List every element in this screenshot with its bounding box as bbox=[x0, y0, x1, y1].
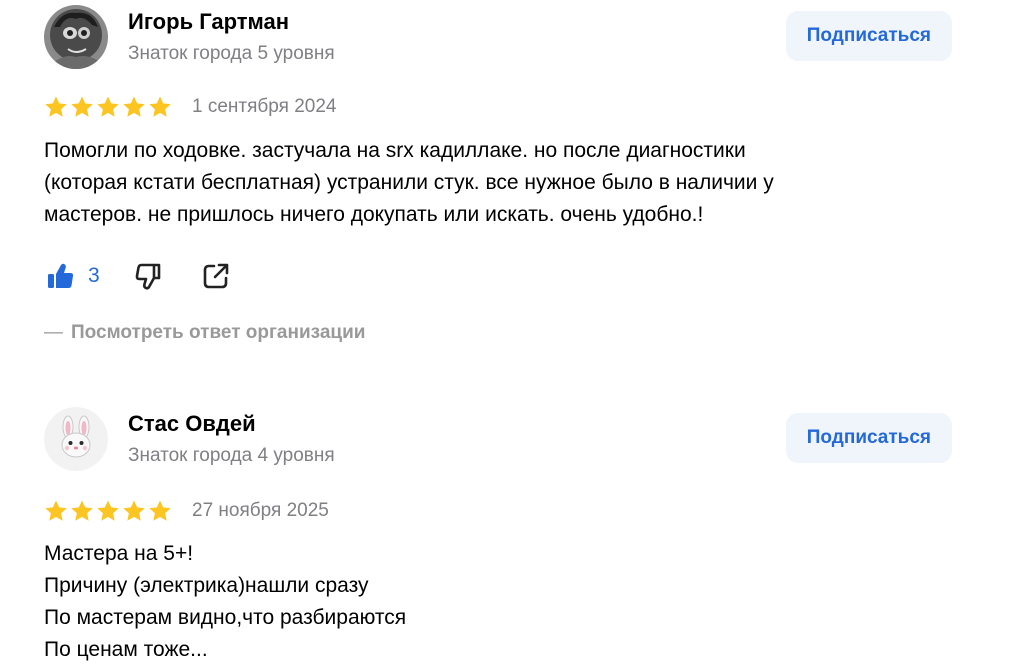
star-icon bbox=[45, 96, 67, 117]
subscribe-button[interactable]: Подписаться bbox=[785, 413, 952, 463]
review-card: Стас Овдей Знаток города 4 уровня Подпис… bbox=[44, 406, 952, 661]
review-text-line: (которая кстати бесплатная) устранили ст… bbox=[44, 171, 774, 194]
view-org-reply-link[interactable]: — Посмотреть ответ организации bbox=[44, 322, 365, 344]
review-text-line: Причину (электрика)нашли сразу bbox=[44, 574, 369, 597]
like-button[interactable]: 3 bbox=[44, 260, 100, 292]
share-icon bbox=[203, 263, 228, 289]
review-text-line: По мастерам видно,что разбираются bbox=[44, 606, 407, 629]
review-text: Мастера на 5+! Причину (электрика)нашли … bbox=[44, 538, 954, 666]
review-text-line: мастеров. не пришлось ничего докупать ил… bbox=[44, 203, 704, 226]
thumbs-up-icon bbox=[48, 263, 74, 288]
star-rating bbox=[44, 499, 172, 523]
review-text: Помогли по ходовке. застучала на srx кад… bbox=[44, 135, 954, 231]
review-date: 1 сентября 2024 bbox=[192, 96, 337, 117]
rating-row: 27 ноября 2025 bbox=[44, 497, 329, 525]
review-header: Стас Овдей Знаток города 4 уровня Подпис… bbox=[44, 406, 952, 471]
reply-dash: — bbox=[44, 322, 63, 343]
star-icon bbox=[71, 96, 93, 117]
avatar[interactable] bbox=[44, 407, 108, 471]
org-reply-label: Посмотреть ответ организации bbox=[71, 322, 366, 343]
star-icon bbox=[97, 96, 119, 117]
review-text-line: По ценам тоже... bbox=[44, 638, 208, 661]
share-button[interactable] bbox=[200, 260, 232, 292]
author-name[interactable]: Стас Овдей bbox=[128, 411, 256, 437]
rating-row: 1 сентября 2024 bbox=[44, 93, 336, 121]
star-icon bbox=[123, 500, 145, 521]
star-icon bbox=[149, 96, 171, 117]
dislike-button[interactable] bbox=[132, 260, 164, 292]
avatar[interactable] bbox=[44, 5, 108, 69]
thumbs-down-icon bbox=[135, 263, 160, 290]
reviews-page: Игорь Гартман Знаток города 5 уровня Под… bbox=[0, 0, 1024, 671]
star-icon bbox=[71, 500, 93, 521]
author-level: Знаток города 5 уровня bbox=[128, 43, 335, 64]
review-header: Игорь Гартман Знаток города 5 уровня Под… bbox=[44, 4, 952, 69]
review-card: Игорь Гартман Знаток города 5 уровня Под… bbox=[44, 4, 952, 343]
star-rating bbox=[44, 95, 172, 119]
author-name[interactable]: Игорь Гартман bbox=[128, 9, 289, 35]
star-icon bbox=[123, 96, 145, 117]
star-icon bbox=[149, 500, 171, 521]
review-actions: 3 bbox=[44, 258, 232, 294]
review-text-line: Мастера на 5+! bbox=[44, 542, 194, 565]
like-count: 3 bbox=[88, 264, 100, 287]
star-icon bbox=[97, 500, 119, 521]
star-icon bbox=[45, 500, 67, 521]
author-level: Знаток города 4 уровня bbox=[128, 445, 335, 466]
bunny-emoji-icon bbox=[44, 407, 108, 471]
user-photo-icon bbox=[44, 5, 108, 69]
subscribe-button[interactable]: Подписаться bbox=[785, 11, 952, 61]
review-text-line: Помогли по ходовке. застучала на srx кад… bbox=[44, 139, 746, 162]
review-date: 27 ноября 2025 bbox=[192, 500, 329, 521]
